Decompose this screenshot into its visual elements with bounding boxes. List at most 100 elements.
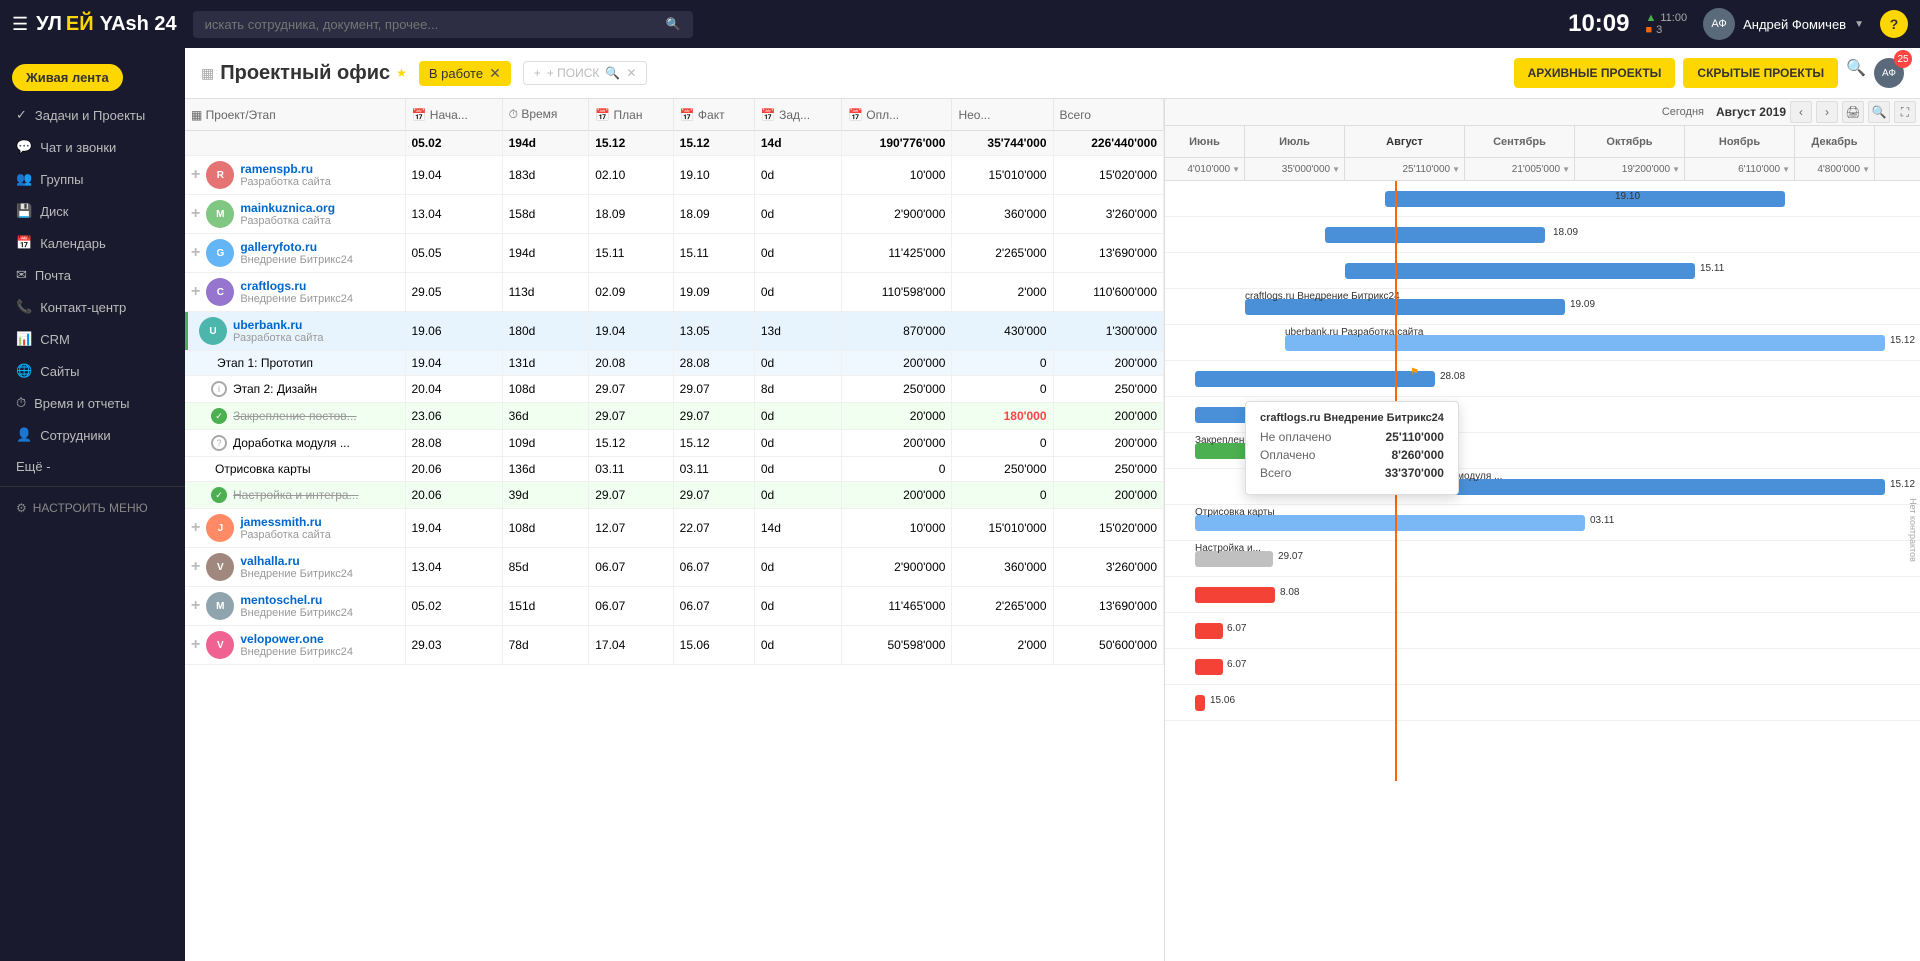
row-name-cell[interactable]: + M mainkuznica.org Разработка сайта [185, 195, 405, 234]
gantt-prev-button[interactable]: ‹ [1790, 101, 1812, 123]
notification-item: ▲ 11:00 [1645, 12, 1687, 24]
gantt-fullscreen-button[interactable]: ⛶ [1894, 101, 1916, 123]
sidebar-item-mail[interactable]: ✉ Почта [0, 259, 185, 291]
gantt-bar[interactable] [1385, 191, 1785, 207]
gantt-month-cell: Август [1345, 126, 1465, 157]
filter-search-icon[interactable]: 🔍 [605, 66, 620, 80]
add-button[interactable]: + [191, 205, 200, 223]
filter-search[interactable]: + + ПОИСК 🔍 ✕ [523, 61, 648, 85]
table-row[interactable]: + G galleryfoto.ru Внедрение Битрикс24 0… [185, 234, 1164, 273]
gantt-bar[interactable] [1195, 587, 1275, 603]
archive-projects-button[interactable]: АРХИВНЫЕ ПРОЕКТЫ [1514, 58, 1676, 88]
header-search-icon[interactable]: 🔍 [1846, 58, 1866, 88]
sidebar-item-disk[interactable]: 💾 Диск [0, 195, 185, 227]
gantt-bar[interactable] [1345, 263, 1695, 279]
row-fact: 29.07 [673, 403, 754, 430]
gantt-bar[interactable] [1195, 659, 1223, 675]
tooltip-total-row: Всего 33'370'000 [1260, 466, 1444, 480]
add-button[interactable]: + [191, 283, 200, 301]
table-row[interactable]: + J jamessmith.ru Разработка сайта 19.04… [185, 509, 1164, 548]
global-search[interactable]: 🔍 [193, 11, 693, 38]
gantt-bar[interactable] [1325, 227, 1545, 243]
help-button[interactable]: ? [1880, 10, 1908, 38]
table-row[interactable]: U uberbank.ru Разработка сайта 19.06 180… [185, 312, 1164, 351]
add-button[interactable]: + [191, 166, 200, 184]
row-unpaid: 15'010'000 [952, 156, 1053, 195]
gantt-bar[interactable] [1195, 623, 1223, 639]
table-row[interactable]: + M mainkuznica.org Разработка сайта 13.… [185, 195, 1164, 234]
sidebar-item-tasks[interactable]: ✓ Задачи и Проекты [0, 99, 185, 131]
filter-clear-icon[interactable]: ✕ [626, 66, 636, 80]
dropdown-icon[interactable]: ▼ [1672, 165, 1680, 174]
table-row[interactable]: + R ramenspb.ru Разработка сайта 19.04 1… [185, 156, 1164, 195]
gantt-month-cell: Июль [1245, 126, 1345, 157]
row-time: 109d [502, 430, 589, 457]
filter-close-button[interactable]: ✕ [489, 65, 501, 82]
row-time: 194d [502, 234, 589, 273]
live-feed-button[interactable]: Живая лента [12, 64, 123, 91]
table-row[interactable]: + M mentoschel.ru Внедрение Битрикс24 05… [185, 587, 1164, 626]
table-row[interactable]: + V valhalla.ru Внедрение Битрикс24 13.0… [185, 548, 1164, 587]
row-name-cell: ? Доработка модуля ... [185, 430, 405, 457]
add-button[interactable]: + [191, 519, 200, 537]
sidebar-settings[interactable]: ⚙ НАСТРОИТЬ МЕНЮ [0, 491, 185, 525]
add-button[interactable]: + [191, 636, 200, 654]
sidebar-item-calendar[interactable]: 📅 Календарь [0, 227, 185, 259]
row-plan: 29.07 [589, 482, 673, 509]
sidebar-item-contact-center[interactable]: 📞 Контакт-центр [0, 291, 185, 323]
sidebar-item-time[interactable]: ⏱ Время и отчеты [0, 387, 185, 419]
row-name-cell[interactable]: + V valhalla.ru Внедрение Битрикс24 [185, 548, 405, 587]
sidebar-item-more[interactable]: Ещё - [0, 451, 185, 482]
sidebar-item-groups[interactable]: 👥 Группы [0, 163, 185, 195]
sidebar-item-employees[interactable]: 👤 Сотрудники [0, 419, 185, 451]
gantt-bar[interactable] [1195, 695, 1205, 711]
table-row[interactable]: + V velopower.one Внедрение Битрикс24 29… [185, 626, 1164, 665]
app-logo: УЛЕЙ YAsh 24 [36, 13, 177, 36]
hamburger-icon[interactable]: ☰ [12, 14, 28, 35]
project-name: jamessmith.ru [240, 515, 330, 529]
search-input[interactable] [205, 17, 666, 32]
row-name-cell[interactable]: + M mentoschel.ru Внедрение Битрикс24 [185, 587, 405, 626]
row-start: 19.04 [405, 351, 502, 376]
user-dropdown-icon[interactable]: ▼ [1854, 19, 1864, 30]
row-total: 200'000 [1053, 351, 1163, 376]
row-name-cell[interactable]: + V velopower.one Внедрение Битрикс24 [185, 626, 405, 665]
sidebar-item-sites[interactable]: 🌐 Сайты [0, 355, 185, 387]
calendar-plan-icon: 📅 [595, 108, 610, 122]
hidden-projects-button[interactable]: СКРЫТЫЕ ПРОЕКТЫ [1683, 58, 1838, 88]
dropdown-icon[interactable]: ▼ [1862, 165, 1870, 174]
dropdown-icon[interactable]: ▼ [1232, 165, 1240, 174]
notifications-badge[interactable]: АФ 25 [1874, 58, 1904, 88]
dropdown-icon[interactable]: ▼ [1562, 165, 1570, 174]
table-row: i Этап 2: Дизайн 20.04 108d 29.07 29.07 … [185, 376, 1164, 403]
add-button[interactable]: + [191, 558, 200, 576]
project-type: Разработка сайта [240, 176, 330, 188]
table-row[interactable]: + C craftlogs.ru Внедрение Битрикс24 29.… [185, 273, 1164, 312]
add-button[interactable]: + [191, 244, 200, 262]
row-name-cell[interactable]: + G galleryfoto.ru Внедрение Битрикс24 [185, 234, 405, 273]
dropdown-icon[interactable]: ▼ [1332, 165, 1340, 174]
row-name-cell[interactable]: + R ramenspb.ru Разработка сайта [185, 156, 405, 195]
row-name-cell[interactable]: + J jamessmith.ru Разработка сайта [185, 509, 405, 548]
gantt-bar[interactable] [1195, 371, 1435, 387]
row-total: 3'260'000 [1053, 548, 1163, 587]
favorite-icon[interactable]: ★ [396, 66, 407, 80]
gantt-next-button[interactable]: › [1816, 101, 1838, 123]
dropdown-icon[interactable]: ▼ [1452, 165, 1460, 174]
gantt-body: Сегодня craftlogs.ru Внедрение Битрикс24… [1165, 181, 1920, 781]
sidebar-item-crm[interactable]: 📊 CRM [0, 323, 185, 355]
amount-value: 25'110'000 [1403, 164, 1451, 175]
user-info[interactable]: АФ Андрей Фомичев ▼ [1703, 8, 1864, 40]
row-name-cell[interactable]: + C craftlogs.ru Внедрение Битрикс24 [185, 273, 405, 312]
gantt-zoom-in-button[interactable]: 🔍 [1868, 101, 1890, 123]
row-start: 29.05 [405, 273, 502, 312]
sidebar-item-chat[interactable]: 💬 Чат и звонки [0, 131, 185, 163]
header-actions: АРХИВНЫЕ ПРОЕКТЫ СКРЫТЫЕ ПРОЕКТЫ 🔍 АФ 25 [1514, 58, 1904, 88]
gantt-amount-cell: 19'200'000▼ [1575, 158, 1685, 180]
row-start: 19.04 [405, 156, 502, 195]
dropdown-icon[interactable]: ▼ [1782, 165, 1790, 174]
row-name-cell[interactable]: U uberbank.ru Разработка сайта [185, 312, 405, 351]
add-button[interactable]: + [191, 597, 200, 615]
gantt-print-button[interactable]: 🖨 [1842, 101, 1864, 123]
row-time: 131d [502, 351, 589, 376]
